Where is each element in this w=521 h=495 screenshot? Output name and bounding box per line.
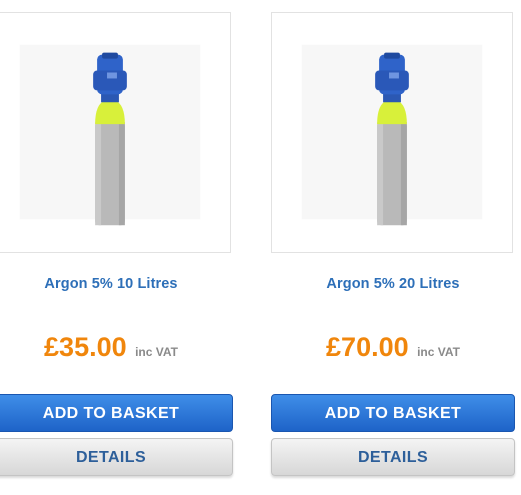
price: £70.00 — [326, 332, 409, 362]
gas-cylinder-icon — [19, 44, 201, 226]
product-title[interactable]: Argon 5% 10 Litres — [0, 276, 233, 292]
product-title[interactable]: Argon 5% 20 Litres — [271, 276, 515, 292]
product-card: Argon 5% 10 Litres £35.00 inc VAT ADD TO… — [0, 0, 233, 495]
product-card: Argon 5% 20 Litres £70.00 inc VAT ADD TO… — [271, 0, 515, 495]
details-button[interactable]: DETAILS — [0, 438, 233, 476]
price: £35.00 — [44, 332, 127, 362]
product-image[interactable] — [0, 12, 231, 253]
price-row: £35.00 inc VAT — [0, 332, 233, 363]
add-to-basket-button[interactable]: ADD TO BASKET — [0, 394, 233, 432]
vat-note: inc VAT — [417, 345, 460, 359]
price-row: £70.00 inc VAT — [271, 332, 515, 363]
add-to-basket-button[interactable]: ADD TO BASKET — [271, 394, 515, 432]
details-button[interactable]: DETAILS — [271, 438, 515, 476]
product-image[interactable] — [271, 12, 513, 253]
vat-note: inc VAT — [135, 345, 178, 359]
gas-cylinder-icon — [301, 44, 483, 226]
product-grid: Argon 5% 10 Litres £35.00 inc VAT ADD TO… — [0, 0, 521, 495]
